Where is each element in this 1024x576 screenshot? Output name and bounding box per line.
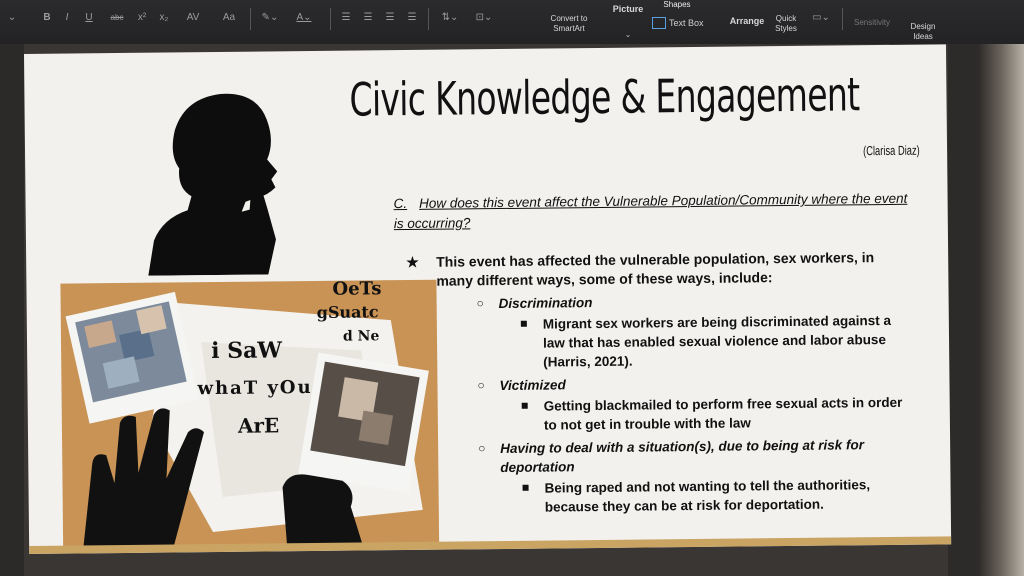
justify-icon[interactable]: ☰ — [404, 10, 420, 24]
shape-fill-icon[interactable]: ▭⌄ — [808, 10, 834, 24]
sub-bullet-heading-text: Victimized — [499, 377, 566, 394]
highlight-icon[interactable]: ✎⌄ — [256, 10, 284, 24]
character-spacing-button[interactable]: AV — [178, 10, 208, 24]
question-text: How does this event affect the Vulnerabl… — [393, 190, 908, 232]
strikethrough-button[interactable]: abc — [104, 10, 130, 24]
cutout-text: i SaW — [210, 337, 283, 365]
align-center-icon[interactable]: ☰ — [360, 10, 376, 24]
thinking-silhouette-image — [148, 93, 278, 276]
cutout-text: whaT yOu — [197, 376, 313, 400]
align-right-icon[interactable]: ☰ — [382, 10, 398, 24]
arrange-button[interactable]: Arrange — [726, 16, 768, 26]
sub-bullet-heading-text: Having to deal with a situation(s), due … — [500, 437, 865, 476]
superscript-button[interactable]: x² — [134, 10, 150, 24]
bold-button[interactable]: B — [40, 10, 54, 24]
cutout-text: d Ne — [342, 328, 380, 345]
sub-bullet-heading-text: Discrimination — [498, 295, 593, 312]
main-bullet: ★ This event has affected the vulnerable… — [406, 248, 906, 291]
picture-chevron-icon[interactable]: ⌄ — [608, 30, 648, 39]
detail-bullet-text: Being raped and not wanting to tell the … — [544, 477, 871, 515]
text-box-label: Text Box — [669, 18, 704, 28]
question-heading[interactable]: C. How does this event affect the Vulnera… — [393, 189, 913, 234]
main-bullet-text: This event has affected the vulnerable p… — [436, 249, 875, 289]
detail-bullet: Getting blackmailed to perform free sexu… — [408, 393, 908, 436]
square-bullet-icon — [522, 484, 529, 491]
sensitivity-button[interactable]: Sensitivity — [846, 18, 898, 28]
detail-bullet: Migrant sex workers are being discrimina… — [407, 311, 908, 373]
circle-bullet-icon: ○ — [476, 296, 484, 311]
italic-button[interactable]: I — [60, 10, 74, 24]
ribbon-divider — [842, 8, 843, 30]
slide-title[interactable]: Civic Knowledge & Engagement — [349, 67, 859, 126]
cutout-text: gSuatc — [316, 302, 379, 322]
monitor-bezel-right — [948, 44, 1024, 576]
font-dropdown-chevron-icon[interactable]: ⌄ — [4, 10, 20, 24]
detail-bullet-text: Getting blackmailed to perform free sexu… — [543, 394, 903, 433]
text-direction-icon[interactable]: ⇅⌄ — [436, 10, 464, 24]
subscript-button[interactable]: x₂ — [156, 10, 172, 24]
sub-bullet-heading: ○ Discrimination — [407, 290, 907, 314]
picture-button[interactable]: Picture — [606, 4, 650, 14]
align-left-icon[interactable]: ☰ — [338, 10, 354, 24]
text-box-icon — [652, 17, 666, 29]
ribbon-toolbar: ⌄ B I U abc x² x₂ AV Aa ✎⌄ A⌄ ☰ ☰ ☰ ☰ ⇅⌄… — [0, 0, 1024, 44]
monitor-bezel-left — [0, 44, 24, 576]
cutout-text: ArE — [237, 413, 280, 438]
design-ideas-button[interactable]: Design Ideas — [902, 22, 944, 42]
circle-bullet-icon: ○ — [478, 441, 486, 456]
ribbon-divider — [250, 8, 251, 30]
star-bullet-icon: ★ — [406, 253, 419, 271]
convert-to-smartart-button[interactable]: Convert to SmartArt — [540, 14, 598, 34]
detail-bullet: Being raped and not wanting to tell the … — [408, 475, 908, 518]
detail-bullet-text: Migrant sex workers are being discrimina… — [542, 312, 892, 370]
font-color-icon[interactable]: A⌄ — [290, 10, 318, 24]
sub-bullet-heading: ○ Having to deal with a situation(s), du… — [408, 435, 908, 478]
ribbon-divider — [330, 8, 331, 30]
sub-bullet-heading: ○ Victimized — [407, 372, 907, 396]
align-text-icon[interactable]: ⊡⌄ — [468, 10, 500, 24]
change-case-button[interactable]: Aa — [214, 10, 244, 24]
text-box-button[interactable]: Text Box — [652, 16, 704, 30]
square-bullet-icon — [521, 402, 528, 409]
shapes-button[interactable]: Shapes — [652, 0, 702, 10]
author-label[interactable]: (Clarisa Diaz) — [863, 143, 920, 159]
quick-styles-button[interactable]: Quick Styles — [770, 14, 802, 34]
ribbon-divider — [428, 8, 429, 30]
cutout-text: OeTs — [332, 279, 382, 300]
square-bullet-icon — [520, 320, 527, 327]
collage-image[interactable]: i SaW whaT yOu ArE OeTs gSuatc d Ne — [60, 279, 440, 550]
circle-bullet-icon: ○ — [477, 378, 485, 393]
slide-body-text[interactable]: ★ This event has affected the vulnerable… — [406, 248, 909, 518]
question-letter: C. — [393, 195, 408, 212]
underline-button[interactable]: U — [82, 10, 96, 24]
slide-canvas[interactable]: Civic Knowledge & Engagement (Clarisa Di… — [24, 44, 952, 554]
